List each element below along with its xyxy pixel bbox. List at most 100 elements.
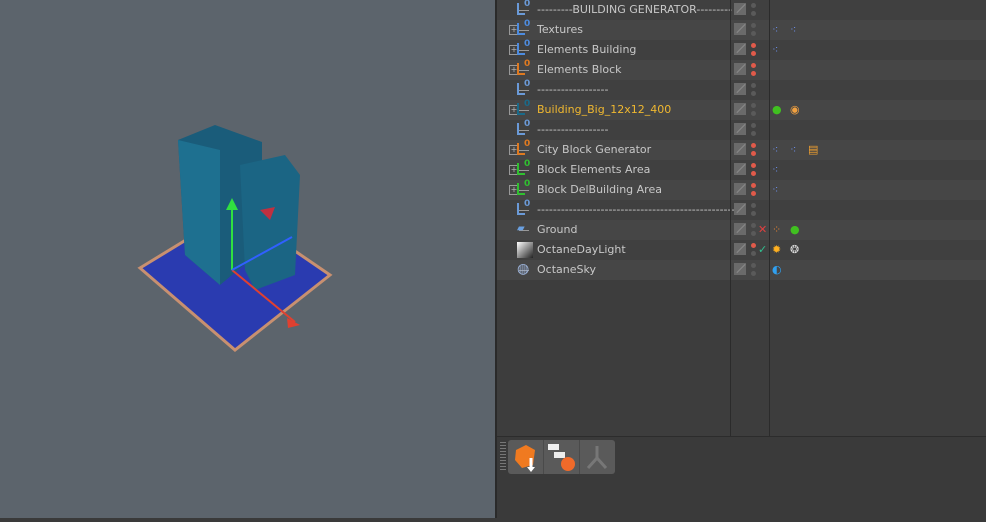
null-icon: 0 [517,79,530,95]
object-row[interactable]: + 0 Elements Block [497,59,986,80]
layer-icon[interactable] [734,3,746,15]
object-name[interactable]: Building_Big_12x12_400 [537,103,671,116]
object-row[interactable]: 0 ---------BUILDING GENERATOR--------- [497,0,986,20]
layer-icon[interactable] [734,223,746,235]
cloner-tag[interactable]: ⁖ [790,142,796,157]
layer-icon[interactable] [734,263,746,275]
render-visibility-dot[interactable] [751,171,756,176]
editor-visibility-dot[interactable] [751,63,756,68]
3d-viewport[interactable] [0,0,495,518]
light-tag[interactable]: ❂ [790,242,799,257]
object-name[interactable]: OctaneDayLight [537,243,626,256]
cloner-tag[interactable]: ⁖ [790,22,796,37]
object-row[interactable]: + 0 Block Elements Area ⁖ [497,159,986,180]
daylight-icon [517,242,533,258]
render-visibility-dot[interactable] [751,91,756,96]
plane-icon: ▰ [517,223,525,234]
cloner-tag[interactable]: ⁖ [772,182,778,197]
editor-visibility-dot[interactable] [751,243,756,248]
render-visibility-dot[interactable] [751,251,756,256]
editor-visibility-dot[interactable] [751,203,756,208]
render-visibility-dot[interactable] [751,211,756,216]
cloner-tag[interactable]: ⁖ [772,42,778,57]
null-icon: 0 [517,0,530,15]
enabled-status-icon[interactable]: ✕ [758,222,767,237]
enabled-status-icon[interactable]: ✓ [758,242,767,257]
editor-visibility-dot[interactable] [751,263,756,268]
editor-visibility-dot[interactable] [751,163,756,168]
render-visibility-dot[interactable] [751,51,756,56]
object-name[interactable]: City Block Generator [537,143,651,156]
object-name[interactable]: ------------------ [537,123,608,136]
layer-icon[interactable] [734,203,746,215]
object-row[interactable]: ◍ OctaneSky ◐ [497,260,986,280]
render-visibility-dot[interactable] [751,31,756,36]
render-visibility-dot[interactable] [751,11,756,16]
column-divider[interactable] [730,0,731,436]
hierarchy-icon[interactable] [544,440,580,474]
layer-icon[interactable] [734,103,746,115]
object-name[interactable]: Elements Building [537,43,636,56]
object-name[interactable]: ---------BUILDING GENERATOR--------- [537,3,732,16]
editor-visibility-dot[interactable] [751,23,756,28]
null-icon: 0 [517,99,530,115]
convert-object-icon[interactable] [508,440,544,474]
object-row[interactable]: 0 ------------------ [497,79,986,100]
object-row[interactable]: + 0 Textures ⁖ ⁖ [497,19,986,40]
object-row[interactable]: + 0 Block DelBuilding Area ⁖ [497,179,986,200]
editor-visibility-dot[interactable] [751,223,756,228]
render-visibility-dot[interactable] [751,231,756,236]
layer-icon[interactable] [734,183,746,195]
object-row[interactable]: + 0 Building_Big_12x12_400 ● ◉ [497,99,986,120]
environment-tag[interactable]: ◐ [772,262,782,277]
object-name[interactable]: Textures [537,23,583,36]
column-divider[interactable] [769,0,770,436]
octane-object-tag[interactable]: ⁘ [772,222,781,237]
object-name[interactable]: ----------------------------------------… [537,203,739,216]
object-row[interactable]: 0 ------------------ [497,119,986,140]
sun-tag[interactable]: ✹ [772,242,781,257]
layer-icon[interactable] [734,23,746,35]
toolbar-grip[interactable] [500,442,506,472]
render-visibility-dot[interactable] [751,131,756,136]
object-row[interactable]: + 0 City Block Generator ⁖ ⁖ ▤ [497,139,986,160]
editor-visibility-dot[interactable] [751,183,756,188]
toolbar [508,440,615,474]
editor-visibility-dot[interactable] [751,3,756,8]
layer-icon[interactable] [734,63,746,75]
editor-visibility-dot[interactable] [751,103,756,108]
object-name[interactable]: Ground [537,223,577,236]
object-row[interactable]: + 0 Elements Building ⁖ [497,39,986,60]
bone-icon[interactable] [580,440,615,474]
cloner-tag[interactable]: ⁖ [772,162,778,177]
object-row[interactable]: ▰ Ground ✕ ⁘ ● [497,220,986,240]
object-row[interactable]: 0 --------------------------------------… [497,199,986,220]
cloner-tag[interactable]: ⁖ [772,22,778,37]
object-row[interactable]: OctaneDayLight ✓ ✹ ❂ [497,240,986,260]
object-name[interactable]: OctaneSky [537,263,596,276]
layer-icon[interactable] [734,83,746,95]
object-name[interactable]: Block DelBuilding Area [537,183,662,196]
cloner-tag[interactable]: ⁖ [772,142,778,157]
display-tag[interactable]: ◉ [790,102,800,117]
render-visibility-dot[interactable] [751,71,756,76]
object-name[interactable]: Elements Block [537,63,622,76]
object-name[interactable]: Block Elements Area [537,163,650,176]
layer-icon[interactable] [734,123,746,135]
editor-visibility-dot[interactable] [751,43,756,48]
render-visibility-dot[interactable] [751,111,756,116]
render-visibility-dot[interactable] [751,191,756,196]
render-visibility-dot[interactable] [751,151,756,156]
layer-icon[interactable] [734,163,746,175]
layer-icon[interactable] [734,143,746,155]
material-tag[interactable]: ● [772,102,782,117]
layer-icon[interactable] [734,243,746,255]
editor-visibility-dot[interactable] [751,143,756,148]
object-name[interactable]: ------------------ [537,83,608,96]
editor-visibility-dot[interactable] [751,83,756,88]
editor-visibility-dot[interactable] [751,123,756,128]
layer-icon[interactable] [734,43,746,55]
render-visibility-dot[interactable] [751,271,756,276]
note-tag[interactable]: ▤ [808,142,818,157]
material-tag[interactable]: ● [790,222,800,237]
